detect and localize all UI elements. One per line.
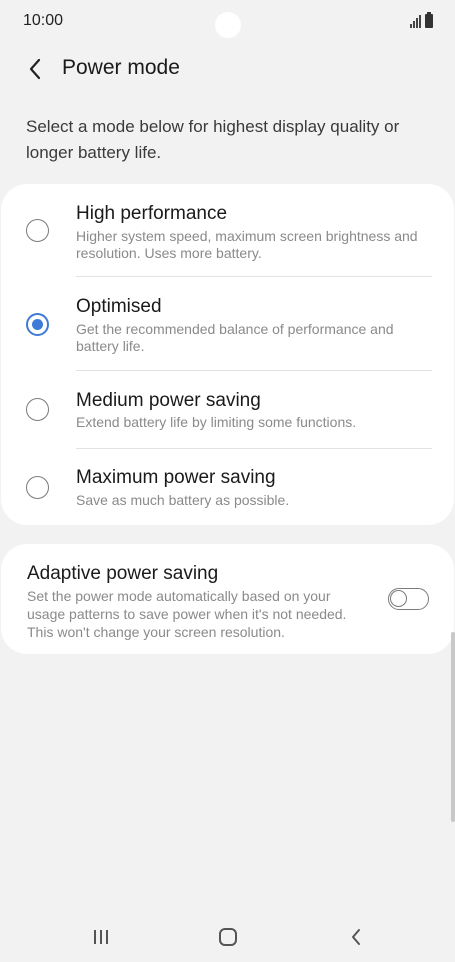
radio-maximum-power-saving[interactable] <box>26 476 49 499</box>
scrollbar[interactable] <box>451 632 455 822</box>
radio-high-performance[interactable] <box>26 219 49 242</box>
back-button[interactable] <box>18 52 52 86</box>
mode-description: Save as much battery as possible. <box>76 492 290 508</box>
mode-title: Optimised <box>76 296 162 317</box>
back-icon <box>352 929 360 945</box>
mode-option-medium-power-saving[interactable]: Medium power saving Extend battery life … <box>1 371 454 448</box>
adaptive-title: Adaptive power saving <box>27 563 219 584</box>
mode-option-optimised[interactable]: Optimised Get the recommended balance of… <box>1 277 454 370</box>
intro-text: Select a mode below for highest display … <box>26 117 400 162</box>
mode-option-high-performance[interactable]: High performance Higher system speed, ma… <box>1 184 454 276</box>
home-icon <box>219 928 237 946</box>
app-header: Power mode <box>0 48 455 88</box>
radio-optimised[interactable] <box>26 313 49 336</box>
adaptive-description: Set the power mode automatically based o… <box>27 588 347 640</box>
page-title: Power mode <box>62 56 180 79</box>
system-back-button[interactable] <box>336 922 376 952</box>
recent-apps-button[interactable] <box>81 922 121 952</box>
adaptive-power-saving-toggle[interactable] <box>388 588 429 610</box>
status-time: 10:00 <box>23 12 64 29</box>
status-bar: 10:00 <box>0 0 455 44</box>
mode-option-maximum-power-saving[interactable]: Maximum power saving Save as much batter… <box>1 449 454 525</box>
signal-icon <box>410 14 421 28</box>
mode-description: Get the recommended balance of performan… <box>76 321 394 354</box>
radio-medium-power-saving[interactable] <box>26 398 49 421</box>
battery-icon <box>425 12 433 28</box>
recent-apps-icon <box>94 930 108 944</box>
navigation-bar <box>0 912 455 962</box>
mode-title: Maximum power saving <box>76 467 276 488</box>
mode-title: Medium power saving <box>76 390 261 411</box>
adaptive-power-saving-card[interactable]: Adaptive power saving Set the power mode… <box>1 544 454 654</box>
home-button[interactable] <box>208 922 248 952</box>
front-camera <box>215 12 241 38</box>
power-modes-card: High performance Higher system speed, ma… <box>1 184 454 525</box>
mode-title: High performance <box>76 203 228 224</box>
chevron-left-icon <box>29 58 41 80</box>
status-icons <box>410 12 433 28</box>
mode-description: Higher system speed, maximum screen brig… <box>76 228 418 261</box>
mode-description: Extend battery life by limiting some fun… <box>76 414 357 430</box>
toggle-knob <box>390 590 407 607</box>
